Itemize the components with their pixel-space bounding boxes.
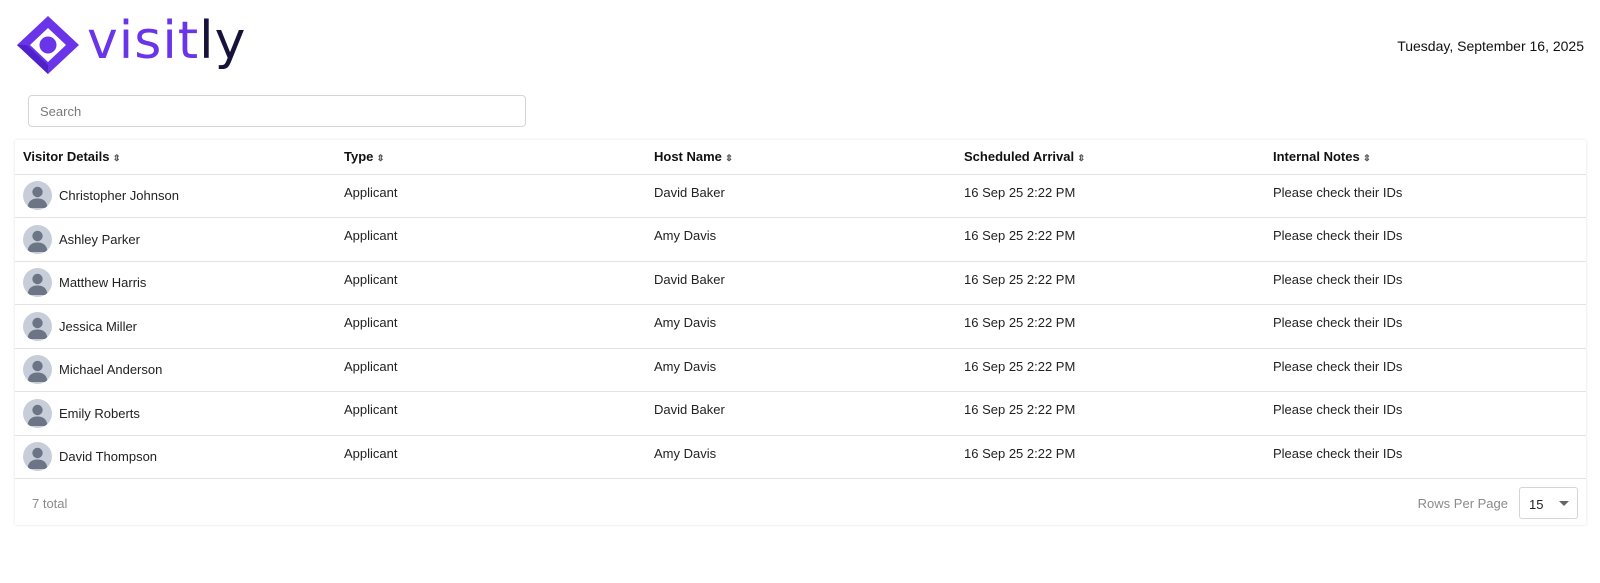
type-cell: Applicant bbox=[336, 174, 646, 218]
avatar-icon bbox=[23, 398, 52, 428]
column-header-label: Visitor Details bbox=[23, 149, 110, 165]
type-cell: Applicant bbox=[336, 435, 646, 479]
visitor-name: Michael Anderson bbox=[59, 362, 163, 378]
current-date: Tuesday, September 16, 2025 bbox=[1397, 38, 1584, 54]
internal-notes-cell: Please check their IDs bbox=[1265, 304, 1586, 349]
visitor-details-cell: Christopher Johnson bbox=[15, 174, 336, 218]
header: visitly Tuesday, September 16, 2025 bbox=[0, 0, 1600, 90]
type-cell: Applicant bbox=[336, 304, 646, 349]
column-header-label: Type bbox=[344, 149, 374, 165]
logo-text-part1: visit bbox=[87, 11, 200, 71]
table-row[interactable]: Christopher Johnson Applicant David Baker 1… bbox=[15, 174, 1586, 218]
visitor-name: Jessica Miller bbox=[59, 318, 138, 334]
visitor-name: Emily Roberts bbox=[59, 405, 140, 421]
visitor-name: Matthew Harris bbox=[59, 275, 147, 291]
visitors-table: Visitor Details ⇕ Type ⇕ Host Name ⇕ Schedu… bbox=[15, 140, 1586, 479]
type-cell: Applicant bbox=[336, 348, 646, 392]
type-cell: Applicant bbox=[336, 391, 646, 436]
internal-notes-cell: Please check their IDs bbox=[1265, 435, 1586, 479]
column-header-scheduled-arrival[interactable]: Scheduled Arrival ⇕ bbox=[956, 140, 1265, 175]
column-header-label: Internal Notes bbox=[1273, 149, 1360, 165]
column-header-type[interactable]: Type ⇕ bbox=[336, 140, 646, 175]
visitor-details: Christopher Johnson bbox=[23, 181, 328, 211]
sort-icon[interactable]: ⇕ bbox=[725, 154, 733, 164]
visitor-details: Emily Roberts bbox=[23, 398, 328, 428]
internal-notes-cell: Please check their IDs bbox=[1265, 261, 1586, 305]
total-count: 7 total bbox=[32, 496, 68, 511]
visitor-details: Jessica Miller bbox=[23, 311, 328, 341]
search-input[interactable] bbox=[28, 95, 526, 127]
table-row[interactable]: Emily Roberts Applicant David Baker 16 Sep … bbox=[15, 391, 1586, 436]
scheduled-arrival-cell: 16 Sep 25 2:22 PM bbox=[956, 217, 1265, 262]
host-name-cell: Amy Davis bbox=[646, 304, 956, 349]
column-header-label: Host Name bbox=[654, 149, 722, 165]
host-name-cell: Amy Davis bbox=[646, 348, 956, 392]
logo-diamond-icon bbox=[17, 16, 79, 74]
avatar-icon bbox=[23, 268, 52, 298]
visitly-logo[interactable]: visitly bbox=[15, 11, 246, 76]
visitor-details-cell: Matthew Harris bbox=[15, 261, 336, 305]
visitor-name: David Thompson bbox=[59, 449, 158, 465]
visitors-table-card: Visitor Details ⇕ Type ⇕ Host Name ⇕ Schedu… bbox=[15, 140, 1586, 525]
table-row[interactable]: Ashley Parker Applicant Amy Davis 16 Sep 25… bbox=[15, 217, 1586, 262]
avatar-icon bbox=[23, 224, 52, 254]
column-header-host-name[interactable]: Host Name ⇕ bbox=[646, 140, 956, 175]
host-name-cell: Amy Davis bbox=[646, 435, 956, 479]
visitor-details-cell: Michael Anderson bbox=[15, 348, 336, 392]
logo-text-part2: ly bbox=[199, 11, 247, 71]
internal-notes-cell: Please check their IDs bbox=[1265, 391, 1586, 436]
table-row[interactable]: Michael Anderson Applicant Amy Davis 16 Sep… bbox=[15, 348, 1586, 392]
scheduled-arrival-cell: 16 Sep 25 2:22 PM bbox=[956, 304, 1265, 349]
visitor-details: Ashley Parker bbox=[23, 224, 328, 254]
scheduled-arrival-cell: 16 Sep 25 2:22 PM bbox=[956, 261, 1265, 305]
visitor-name: Ashley Parker bbox=[59, 231, 140, 247]
avatar-icon bbox=[23, 181, 52, 211]
visitor-details: Matthew Harris bbox=[23, 268, 328, 298]
column-header-visitor-details[interactable]: Visitor Details ⇕ bbox=[15, 140, 336, 175]
visitor-details-cell: David Thompson bbox=[15, 435, 336, 479]
type-cell: Applicant bbox=[336, 261, 646, 305]
sort-icon[interactable]: ⇕ bbox=[376, 154, 384, 164]
visitor-details: Michael Anderson bbox=[23, 355, 328, 385]
internal-notes-cell: Please check their IDs bbox=[1265, 174, 1586, 218]
host-name-cell: David Baker bbox=[646, 261, 956, 305]
search-bar bbox=[28, 95, 526, 127]
host-name-cell: David Baker bbox=[646, 174, 956, 218]
logo-wordmark: visitly bbox=[87, 11, 246, 71]
sort-icon[interactable]: ⇕ bbox=[1077, 154, 1085, 164]
table-row[interactable]: Matthew Harris Applicant David Baker 16 Sep… bbox=[15, 261, 1586, 305]
visitor-details-cell: Emily Roberts bbox=[15, 391, 336, 436]
visitor-details-cell: Jessica Miller bbox=[15, 304, 336, 349]
type-cell: Applicant bbox=[336, 217, 646, 262]
avatar-icon bbox=[23, 355, 52, 385]
sort-icon[interactable]: ⇕ bbox=[1363, 154, 1371, 164]
sort-icon[interactable]: ⇕ bbox=[112, 154, 120, 164]
visitor-details: David Thompson bbox=[23, 442, 328, 472]
internal-notes-cell: Please check their IDs bbox=[1265, 217, 1586, 262]
host-name-cell: Amy Davis bbox=[646, 217, 956, 262]
visitor-details-cell: Ashley Parker bbox=[15, 217, 336, 262]
scheduled-arrival-cell: 16 Sep 25 2:22 PM bbox=[956, 174, 1265, 218]
chevron-down-icon bbox=[1559, 501, 1569, 506]
visitor-name: Christopher Johnson bbox=[59, 188, 179, 204]
avatar-icon bbox=[23, 442, 52, 472]
scheduled-arrival-cell: 16 Sep 25 2:22 PM bbox=[956, 348, 1265, 392]
rows-per-page-value: 15 bbox=[1529, 497, 1544, 512]
host-name-cell: David Baker bbox=[646, 391, 956, 436]
avatar-icon bbox=[23, 311, 52, 341]
column-header-internal-notes[interactable]: Internal Notes ⇕ bbox=[1265, 140, 1586, 175]
scheduled-arrival-cell: 16 Sep 25 2:22 PM bbox=[956, 391, 1265, 436]
scheduled-arrival-cell: 16 Sep 25 2:22 PM bbox=[956, 435, 1265, 479]
rows-per-page-select[interactable]: 15 bbox=[1519, 487, 1578, 519]
table-footer: 7 total Rows Per Page 15 bbox=[15, 481, 1586, 525]
internal-notes-cell: Please check their IDs bbox=[1265, 348, 1586, 392]
table-header-row: Visitor Details ⇕ Type ⇕ Host Name ⇕ Schedu… bbox=[15, 140, 1586, 175]
rows-per-page-label: Rows Per Page bbox=[1417, 496, 1508, 511]
column-header-label: Scheduled Arrival bbox=[964, 149, 1075, 165]
table-row[interactable]: David Thompson Applicant Amy Davis 16 Sep 2… bbox=[15, 435, 1586, 479]
table-row[interactable]: Jessica Miller Applicant Amy Davis 16 Sep 2… bbox=[15, 304, 1586, 349]
